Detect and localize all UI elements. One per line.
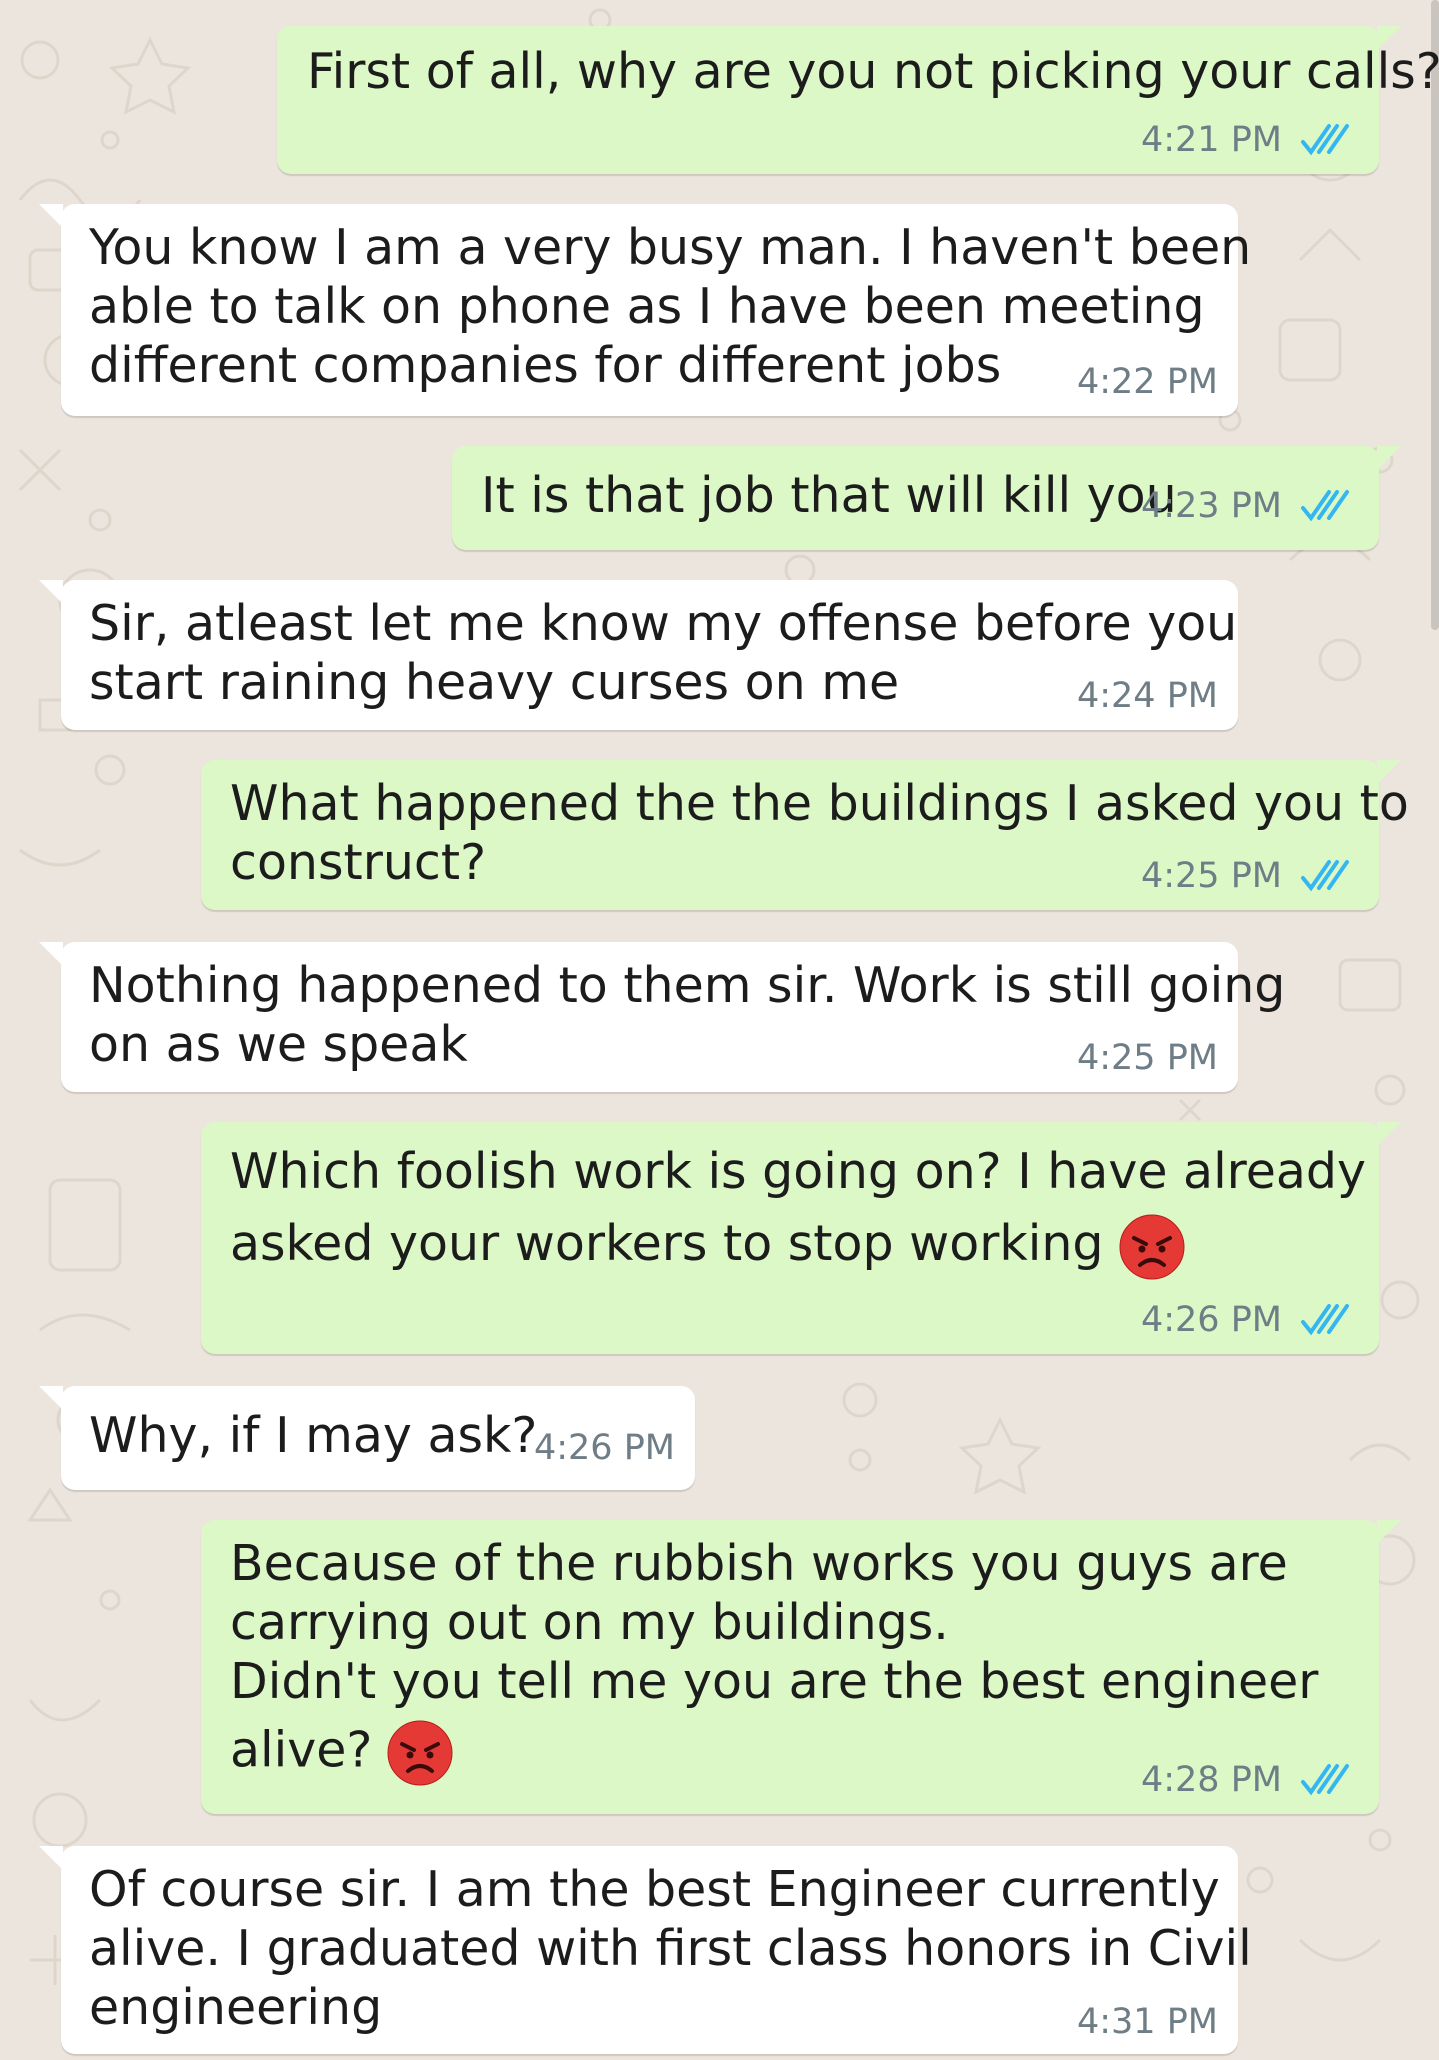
double-check-read-icon	[1301, 860, 1349, 892]
double-check-read-icon	[1301, 490, 1349, 522]
message-timestamp: 4:25 PM	[1140, 856, 1282, 896]
angry-face-emoji	[387, 1720, 453, 1786]
bubble-tail	[39, 204, 63, 228]
bubble-tail	[39, 1386, 63, 1410]
double-check-read-icon	[1301, 124, 1349, 156]
message-timestamp: 4:26 PM	[1140, 1300, 1282, 1340]
double-check-read-icon	[1301, 1764, 1349, 1796]
incoming-message[interactable]: Nothing happened to them sir. Work is st…	[39, 942, 1285, 1092]
message-line-text: asked your workers to stop working	[230, 1215, 1104, 1272]
incoming-message[interactable]: Of course sir. I am the best Engineer cu…	[39, 1846, 1252, 2054]
message-line: You know I am a very busy man. I haven't…	[89, 219, 1252, 276]
message-text: Sir, atleast let me know my offense befo…	[89, 594, 1237, 712]
message-line: Nothing happened to them sir. Work is st…	[89, 957, 1286, 1014]
bubble-tail	[39, 580, 63, 604]
message-line: able to talk on phone as I have been mee…	[89, 278, 1205, 335]
message-timestamp: 4:31 PM	[1076, 2002, 1218, 2042]
incoming-message[interactable]: You know I am a very busy man. I haven't…	[39, 204, 1251, 416]
message-line: Of course sir. I am the best Engineer cu…	[89, 1861, 1220, 1918]
message-line: asked your workers to stop working	[230, 1208, 1366, 1281]
message-line: What happened the the buildings I asked …	[230, 775, 1409, 832]
bubble-tail	[1377, 1520, 1401, 1544]
message-line: alive. I graduated with first class hono…	[89, 1920, 1252, 1977]
outgoing-message[interactable]: Because of the rubbish works you guys ar…	[201, 1520, 1401, 1814]
message-line: First of all, why are you not picking yo…	[307, 43, 1439, 100]
incoming-message[interactable]: Why, if I may ask? 4:26 PM	[39, 1386, 695, 1490]
message-timestamp: 4:28 PM	[1140, 1760, 1282, 1800]
outgoing-message[interactable]: It is that job that will kill you 4:23 P…	[452, 446, 1401, 550]
message-line: start raining heavy curses on me	[89, 654, 900, 711]
message-timestamp: 4:24 PM	[1076, 676, 1218, 716]
outgoing-message[interactable]: What happened the the buildings I asked …	[201, 760, 1409, 910]
bubble-tail	[39, 942, 63, 966]
message-text: It is that job that will kill you	[481, 466, 1177, 525]
message-line: Because of the rubbish works you guys ar…	[230, 1535, 1288, 1592]
message-line: Which foolish work is going on? I have a…	[230, 1143, 1367, 1200]
message-line: carrying out on my buildings.	[230, 1594, 949, 1651]
angry-face-emoji	[1119, 1214, 1185, 1279]
message-line: It is that job that will kill you	[481, 467, 1177, 524]
message-line: Sir, atleast let me know my offense befo…	[89, 595, 1238, 652]
double-check-read-icon	[1301, 1304, 1349, 1336]
incoming-message[interactable]: Sir, atleast let me know my offense befo…	[39, 580, 1238, 730]
outgoing-message[interactable]: Which foolish work is going on? I have a…	[201, 1122, 1401, 1354]
message-text: Why, if I may ask?	[89, 1406, 537, 1465]
message-line-text: alive?	[230, 1721, 373, 1779]
message-text: First of all, why are you not picking yo…	[307, 42, 1439, 101]
bubble-tail	[1377, 446, 1401, 470]
message-timestamp: 4:21 PM	[1140, 120, 1282, 160]
bubble-tail	[39, 1846, 63, 1870]
message-text: Because of the rubbish works you guys ar…	[230, 1534, 1318, 1787]
message-timestamp: 4:25 PM	[1076, 1038, 1218, 1078]
message-timestamp: 4:23 PM	[1140, 486, 1282, 526]
bubble-tail	[1377, 1122, 1401, 1146]
outgoing-message[interactable]: First of all, why are you not picking yo…	[277, 26, 1439, 174]
message-timestamp: 4:26 PM	[533, 1428, 675, 1468]
message-timestamp: 4:22 PM	[1076, 362, 1218, 402]
message-line: Why, if I may ask?	[89, 1407, 538, 1464]
message-text: Which foolish work is going on? I have a…	[230, 1136, 1366, 1281]
message-line: Didn't you tell me you are the best engi…	[230, 1653, 1319, 1710]
